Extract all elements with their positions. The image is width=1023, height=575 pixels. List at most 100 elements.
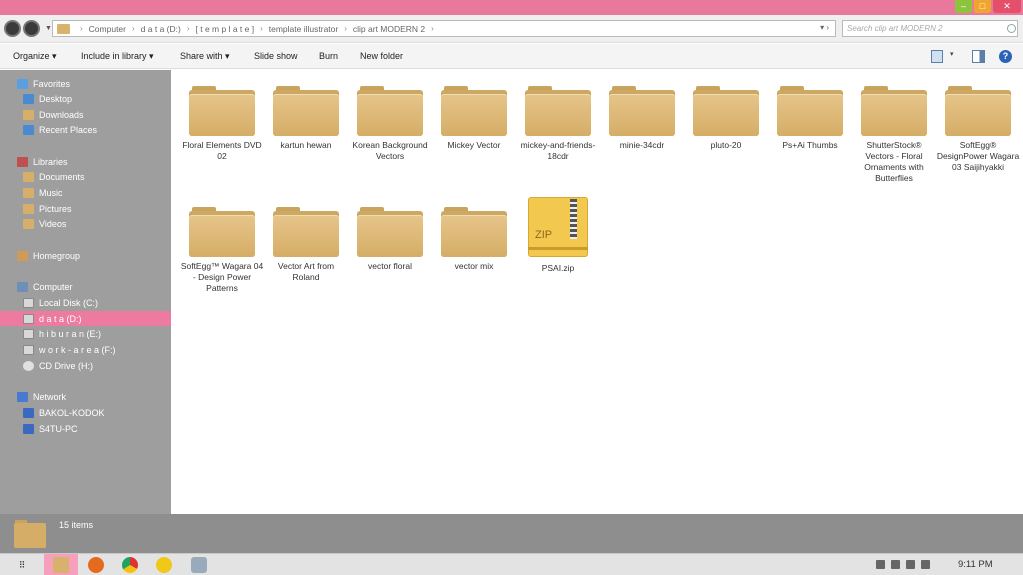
sidebar-item-data-drive[interactable]: d a t a (D:) — [0, 311, 171, 326]
item-label: vector mix — [454, 261, 494, 271]
sidebar-item-homegroup[interactable]: Homegroup — [0, 248, 171, 263]
burn-button[interactable]: Burn — [319, 51, 338, 61]
sidebar-item-label: Pictures — [39, 203, 72, 214]
breadcrumb-separator-icon[interactable]: › — [132, 24, 135, 33]
app-taskbar-icon[interactable] — [191, 557, 207, 573]
item-label: vector floral — [368, 261, 412, 271]
sidebar-item-computer[interactable]: Computer — [0, 279, 171, 294]
folder-item[interactable]: ShutterStock® Vectors - Floral Ornaments… — [852, 78, 936, 184]
organize-button[interactable]: Organize ▾ — [13, 51, 57, 62]
breadcrumb-computer[interactable]: Computer — [89, 24, 126, 34]
breadcrumb-template[interactable]: [ t e m p l a t e ] — [196, 24, 255, 34]
folder-icon — [273, 199, 339, 257]
folder-item[interactable]: minie-34cdr — [600, 78, 684, 151]
sidebar-item-label: Recent Places — [39, 124, 98, 135]
sidebar-item-network[interactable]: Network — [0, 389, 171, 404]
sidebar-item-pictures[interactable]: Pictures — [0, 201, 171, 216]
usb-tray-icon[interactable] — [906, 560, 915, 569]
recent-pages-dropdown[interactable]: ▼ — [45, 25, 52, 32]
folder-item[interactable]: Ps+Ai Thumbs — [768, 78, 852, 151]
sidebar-item-label: S4TU-PC — [39, 423, 78, 434]
firefox-taskbar-icon[interactable] — [88, 557, 104, 573]
sidebar-item-music[interactable]: Music — [0, 185, 171, 200]
sidebar-item-label: Downloads — [39, 109, 84, 120]
folder-icon — [441, 199, 507, 257]
drive-icon — [23, 297, 34, 308]
preview-pane-icon[interactable] — [972, 50, 985, 63]
network-tray-icon[interactable] — [891, 560, 900, 569]
item-label: Ps+Ai Thumbs — [782, 140, 838, 150]
folder-item[interactable]: vector mix — [432, 199, 516, 272]
volume-icon[interactable] — [921, 560, 930, 569]
folder-item[interactable]: SoftEgg® DesignPower Wagara 03 Saijihyak… — [936, 78, 1020, 173]
include-in-library-button[interactable]: Include in library ▾ — [81, 51, 154, 62]
address-dropdown-icon[interactable]: ▾ › — [820, 23, 829, 32]
view-options-dropdown[interactable]: ▾ — [950, 50, 954, 63]
clock[interactable]: 9:11 PM — [958, 559, 993, 570]
close-button[interactable]: ✕ — [993, 0, 1021, 13]
slide-show-button[interactable]: Slide show — [254, 51, 298, 61]
sidebar-item-s4tu-pc[interactable]: S4TU-PC — [0, 421, 171, 436]
change-view-icon[interactable] — [931, 50, 943, 63]
maximize-button[interactable]: □ — [974, 0, 991, 13]
folder-item[interactable]: vector floral — [348, 199, 432, 272]
drive-icon — [23, 344, 34, 355]
computer-icon — [23, 423, 34, 434]
folder-icon — [777, 78, 843, 136]
homegroup-icon — [17, 250, 28, 261]
sidebar-item-bakol-kodok[interactable]: BAKOL-KODOK — [0, 405, 171, 420]
sidebar-item-documents[interactable]: Documents — [0, 169, 171, 184]
search-icon[interactable] — [1007, 24, 1016, 33]
folder-item[interactable]: kartun hewan — [264, 78, 348, 151]
sidebar-item-hiburan-drive[interactable]: h i b u r a n (E:) — [0, 326, 171, 341]
sidebar-item-label: Computer — [33, 281, 73, 292]
address-bar[interactable]: › Computer › d a t a (D:) › [ t e m p l … — [52, 20, 836, 37]
breadcrumb-separator-icon[interactable]: › — [344, 24, 347, 33]
folder-item[interactable]: pluto-20 — [684, 78, 768, 151]
zip-archive-icon: ZIP — [526, 195, 590, 259]
back-button[interactable] — [4, 20, 21, 37]
help-icon[interactable]: ? — [999, 50, 1012, 63]
start-button[interactable]: ⠿ — [14, 557, 30, 573]
folder-item[interactable]: Korean Background Vectors — [348, 78, 432, 162]
zip-file-item[interactable]: ZIP PSAI.zip — [516, 197, 600, 274]
sidebar-item-cd-drive[interactable]: CD Drive (H:) — [0, 358, 171, 373]
sidebar-item-videos[interactable]: Videos — [0, 216, 171, 231]
folder-icon — [273, 78, 339, 136]
sidebar-item-work-area-drive[interactable]: w o r k - a r e a (F:) — [0, 342, 171, 357]
breadcrumb-separator-icon[interactable]: › — [260, 24, 263, 33]
folder-item[interactable]: mickey-and-friends-18cdr — [516, 78, 600, 162]
sidebar-item-recent-places[interactable]: Recent Places — [0, 122, 171, 137]
folder-item[interactable]: Floral Elements DVD 02 — [180, 78, 264, 162]
taskbar: ⠿ 9:11 PM — [0, 553, 1023, 575]
search-input[interactable]: Search clip art MODERN 2 — [842, 20, 1018, 37]
share-with-button[interactable]: Share with ▾ — [180, 51, 230, 62]
breadcrumb-separator-icon[interactable]: › — [431, 24, 434, 33]
breadcrumb-separator-icon[interactable]: › — [80, 24, 83, 33]
sidebar-item-favorites[interactable]: Favorites — [0, 76, 171, 91]
sidebar-item-downloads[interactable]: Downloads — [0, 107, 171, 122]
breadcrumb-data[interactable]: d a t a (D:) — [141, 24, 181, 34]
chrome-taskbar-icon[interactable] — [122, 557, 138, 573]
messenger-taskbar-icon[interactable] — [156, 557, 172, 573]
breadcrumb-clip-art[interactable]: clip art MODERN 2 — [353, 24, 425, 34]
breadcrumb-template-illustrator[interactable]: template illustrator — [269, 24, 338, 34]
minimize-button[interactable]: – — [955, 0, 972, 13]
sidebar-item-local-disk[interactable]: Local Disk (C:) — [0, 295, 171, 310]
sidebar-item-desktop[interactable]: Desktop — [0, 91, 171, 106]
show-hidden-icons-icon[interactable] — [876, 560, 885, 569]
breadcrumb-separator-icon[interactable]: › — [187, 24, 190, 33]
title-bar: – □ ✕ — [0, 0, 1023, 15]
folder-item[interactable]: Vector Art from Roland — [264, 199, 348, 283]
sidebar-item-label: Libraries — [33, 156, 68, 167]
folder-icon — [189, 199, 255, 257]
sidebar-item-libraries[interactable]: Libraries — [0, 154, 171, 169]
folder-item[interactable]: Mickey Vector — [432, 78, 516, 151]
folder-icon — [357, 199, 423, 257]
new-folder-button[interactable]: New folder — [360, 51, 403, 61]
forward-button[interactable] — [23, 20, 40, 37]
folder-item[interactable]: SoftEgg™ Wagara 04 - Design Power Patter… — [180, 199, 264, 294]
explorer-taskbar-icon[interactable] — [53, 557, 69, 573]
libraries-icon — [17, 156, 28, 167]
computer-icon — [17, 281, 28, 292]
